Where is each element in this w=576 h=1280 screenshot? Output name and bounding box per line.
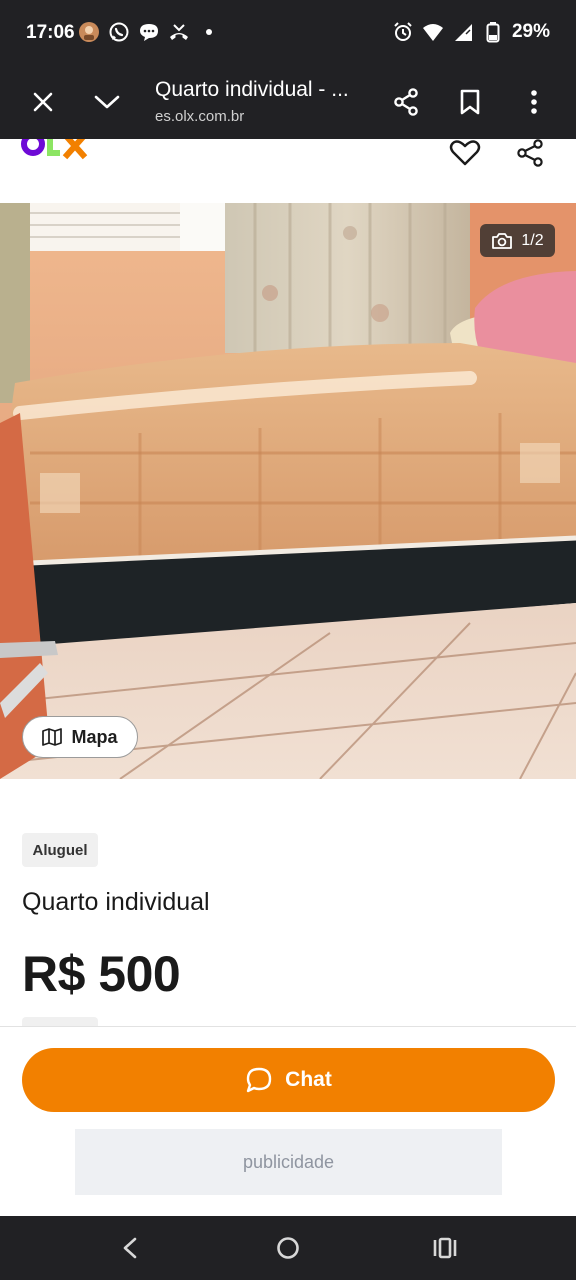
recents-icon xyxy=(433,1237,457,1259)
battery-icon xyxy=(482,20,504,44)
alarm-icon xyxy=(392,20,414,44)
nav-recents-button[interactable] xyxy=(425,1228,465,1268)
chevron-down-icon xyxy=(94,95,120,109)
whatsapp-icon xyxy=(108,20,130,44)
browser-toolbar: Quarto individual - ... es.olx.com.br xyxy=(0,66,576,139)
favorite-heart-icon[interactable] xyxy=(449,139,481,167)
more-vertical-icon xyxy=(531,90,537,114)
map-button-label: Mapa xyxy=(71,726,118,747)
dot-icon xyxy=(198,20,220,44)
chat-button[interactable]: Chat xyxy=(22,1048,555,1112)
bedroom-photo xyxy=(0,203,576,779)
battery-percent: 29% xyxy=(511,21,550,42)
photo-counter-text: 1/2 xyxy=(521,231,544,249)
chat-button-label: Chat xyxy=(285,1068,332,1091)
olx-logo[interactable] xyxy=(20,139,90,165)
nav-back-button[interactable] xyxy=(110,1228,150,1268)
back-icon xyxy=(123,1237,137,1259)
site-header xyxy=(0,139,576,203)
chat-bubble-icon xyxy=(138,20,160,44)
share-listing-icon[interactable] xyxy=(514,139,546,167)
home-circle-icon xyxy=(277,1237,299,1259)
photo-counter[interactable]: 1/2 xyxy=(480,224,555,257)
close-icon xyxy=(33,92,53,112)
advertisement-slot[interactable]: publicidade xyxy=(75,1129,502,1195)
map-button[interactable]: Mapa xyxy=(22,716,138,758)
page-url: es.olx.com.br xyxy=(155,108,245,125)
category-tag: Aluguel xyxy=(22,833,98,867)
listing-title: Quarto individual xyxy=(22,888,210,916)
status-bar: 17:06 29% xyxy=(0,0,576,66)
map-icon xyxy=(42,728,63,746)
wifi-icon xyxy=(422,20,444,44)
close-tab-button[interactable] xyxy=(21,80,65,124)
minimize-tab-button[interactable] xyxy=(85,80,129,124)
page-title: Quarto individual - ... xyxy=(155,78,349,101)
share-icon xyxy=(394,88,418,116)
bookmark-button[interactable] xyxy=(448,80,492,124)
more-options-button[interactable] xyxy=(512,80,556,124)
status-time: 17:06 xyxy=(26,22,75,43)
chat-icon xyxy=(246,1067,272,1093)
notification-icons xyxy=(78,20,220,44)
notification-avatar-icon xyxy=(78,20,100,44)
camera-icon xyxy=(492,232,513,249)
system-icons: 29% xyxy=(392,20,550,44)
signal-icon xyxy=(452,20,474,44)
nav-home-button[interactable] xyxy=(268,1228,308,1268)
system-navigation-bar xyxy=(0,1216,576,1280)
bookmark-icon xyxy=(460,89,480,115)
share-button[interactable] xyxy=(384,80,428,124)
listing-price: R$ 500 xyxy=(22,946,181,1002)
missed-call-icon xyxy=(168,20,190,44)
listing-photo[interactable] xyxy=(0,203,576,779)
advertisement-label: publicidade xyxy=(242,1151,335,1172)
